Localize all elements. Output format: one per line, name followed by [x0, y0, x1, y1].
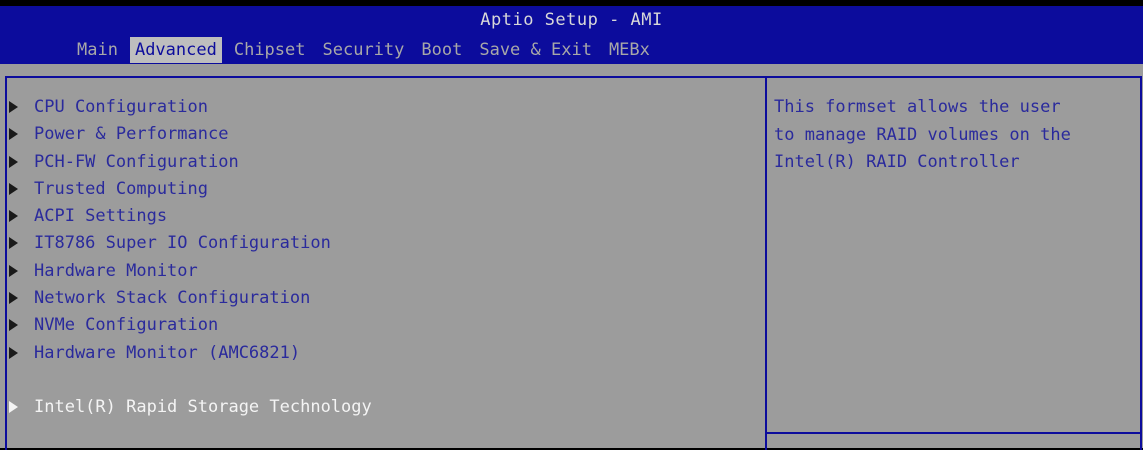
- submenu-triangle-icon: [9, 121, 20, 148]
- submenu-triangle-icon: [9, 149, 20, 176]
- menu-item-hardware-monitor-amc6821[interactable]: Hardware Monitor (AMC6821): [9, 340, 372, 367]
- advanced-menu: CPU Configuration Power & Performance PC…: [9, 94, 372, 421]
- menu-item-label: Hardware Monitor: [34, 260, 198, 281]
- body-area: CPU Configuration Power & Performance PC…: [0, 64, 1143, 450]
- tab-main[interactable]: Main: [72, 37, 123, 63]
- submenu-triangle-icon: [9, 203, 20, 230]
- menu-item-label: NVMe Configuration: [34, 315, 219, 336]
- menu-item-nvme-configuration[interactable]: NVMe Configuration: [9, 312, 372, 339]
- help-text: This formset allows the user to manage RA…: [774, 94, 1071, 177]
- menu-pane: CPU Configuration Power & Performance PC…: [5, 76, 767, 450]
- tab-advanced[interactable]: Advanced: [129, 37, 222, 63]
- submenu-triangle-icon: [9, 312, 20, 339]
- menu-item-label: Intel(R) Rapid Storage Technology: [34, 396, 372, 417]
- menu-item-rapid-storage-technology[interactable]: Intel(R) Rapid Storage Technology: [9, 394, 372, 421]
- bios-setup-screen: Aptio Setup - AMI Main Advanced Chipset …: [0, 0, 1143, 450]
- help-line: to manage RAID volumes on the: [774, 124, 1071, 145]
- submenu-triangle-icon: [9, 258, 20, 285]
- menu-item-label: ACPI Settings: [34, 206, 168, 227]
- submenu-triangle-icon: [9, 230, 20, 257]
- menu-item-trusted-computing[interactable]: Trusted Computing: [9, 176, 372, 203]
- submenu-triangle-icon: [9, 285, 20, 312]
- submenu-triangle-icon: [9, 340, 20, 367]
- window-title: Aptio Setup - AMI: [480, 10, 663, 30]
- tab-security[interactable]: Security: [318, 37, 410, 63]
- tab-mebx[interactable]: MEBx: [604, 37, 655, 63]
- tab-bar: Main Advanced Chipset Security Boot Save…: [72, 37, 662, 63]
- submenu-triangle-icon: [9, 176, 20, 203]
- menu-item-label: Hardware Monitor (AMC6821): [34, 342, 301, 363]
- menu-item-label: Power & Performance: [34, 124, 229, 145]
- submenu-triangle-icon: [9, 94, 20, 121]
- menu-item-label: Network Stack Configuration: [34, 288, 311, 309]
- menu-item-pch-fw-configuration[interactable]: PCH-FW Configuration: [9, 149, 372, 176]
- help-pane: This formset allows the user to manage RA…: [765, 76, 1142, 450]
- menu-item-power-performance[interactable]: Power & Performance: [9, 121, 372, 148]
- menu-item-label: CPU Configuration: [34, 97, 208, 117]
- menu-item-hardware-monitor[interactable]: Hardware Monitor: [9, 258, 372, 285]
- tab-boot[interactable]: Boot: [416, 37, 467, 63]
- menu-item-cpu-configuration[interactable]: CPU Configuration: [9, 94, 372, 121]
- menu-item-label: PCH-FW Configuration: [34, 151, 239, 172]
- menu-item-network-stack-configuration[interactable]: Network Stack Configuration: [9, 285, 372, 312]
- tab-save-exit[interactable]: Save & Exit: [474, 37, 597, 63]
- tab-chipset[interactable]: Chipset: [229, 37, 311, 63]
- menu-item-label: Trusted Computing: [34, 178, 208, 199]
- submenu-triangle-icon: [9, 394, 20, 421]
- header-bar: Aptio Setup - AMI Main Advanced Chipset …: [0, 6, 1143, 64]
- help-divider: [767, 432, 1140, 434]
- menu-item-acpi-settings[interactable]: ACPI Settings: [9, 203, 372, 230]
- help-line: This formset allows the user: [774, 97, 1061, 117]
- menu-item-label: IT8786 Super IO Configuration: [34, 233, 331, 254]
- menu-item-super-io-configuration[interactable]: IT8786 Super IO Configuration: [9, 230, 372, 257]
- help-line: Intel(R) RAID Controller: [774, 152, 1020, 172]
